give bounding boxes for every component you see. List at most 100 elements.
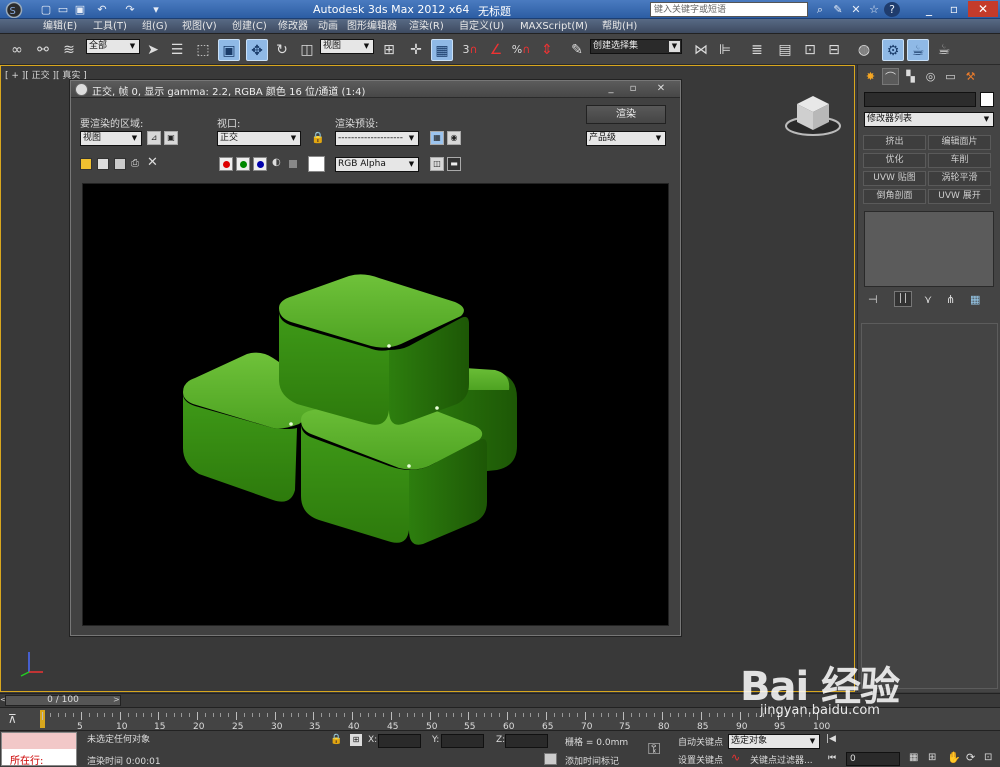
snaps-toggle-icon[interactable]: 3∩ (459, 39, 481, 61)
customize-quick-access-icon[interactable]: ▾ (148, 2, 164, 17)
time-slider[interactable]: 0 / 100 (5, 695, 121, 706)
auto-key-button[interactable]: 自动关键点 (678, 735, 723, 748)
selection-lock-icon[interactable]: 🔒 (330, 734, 342, 745)
object-name-field[interactable] (864, 92, 976, 107)
time-configuration-icon[interactable]: ▦ (909, 752, 918, 763)
maximize-viewport-icon[interactable]: ⊡ (984, 752, 992, 763)
modifier-turbosmooth-button[interactable]: 涡轮平滑 (928, 171, 991, 186)
y-coord-field[interactable] (441, 734, 484, 748)
menu-graph-editors[interactable]: 图形编辑器 (347, 20, 397, 33)
pin-stack-icon[interactable]: ⊣ (868, 293, 878, 306)
mini-curve-editor-icon[interactable]: ⊼ (8, 712, 17, 726)
select-manipulate-icon[interactable]: ✛ (405, 39, 427, 61)
area-to-render-dropdown[interactable]: 视图 ▼ (80, 131, 142, 146)
maxscript-listener[interactable]: 所在行: (1, 732, 77, 767)
menu-animation[interactable]: 动画 (318, 20, 338, 33)
menu-help[interactable]: 帮助(H) (602, 20, 637, 33)
edit-named-selection-icon[interactable]: ✎ (566, 39, 588, 61)
maxscript-mini-listener-top[interactable] (2, 733, 76, 749)
display-channel-dropdown[interactable]: RGB Alpha ▼ (335, 157, 419, 172)
scale-icon[interactable]: ◫ (296, 39, 318, 61)
set-key-button[interactable]: 设置关键点 (678, 753, 723, 766)
menu-customize[interactable]: 自定义(U) (459, 20, 504, 33)
alpha-channel-icon[interactable]: ◐ (272, 157, 281, 168)
add-time-tag-icon[interactable] (544, 753, 557, 765)
remove-modifier-icon[interactable]: ⋔ (946, 293, 955, 306)
menu-modifiers[interactable]: 修改器 (278, 20, 308, 33)
key-selection-dropdown[interactable]: 选定对象 ▼ (728, 734, 820, 749)
menu-rendering[interactable]: 渲染(R) (409, 20, 444, 33)
utilities-tab-icon[interactable]: ⚒ (962, 68, 979, 85)
copy-image-icon[interactable] (97, 158, 109, 170)
rotate-icon[interactable]: ↻ (271, 39, 293, 61)
viewcube-icon[interactable] (783, 90, 843, 138)
viewport[interactable]: [ + ][ 正交 ][ 真实 ] 正交, 帧 0, 显示 gamma: 2.2… (0, 65, 855, 692)
zoom-extents-icon[interactable]: ⊞ (928, 752, 936, 763)
production-quality-dropdown[interactable]: 产品级 ▼ (586, 131, 666, 146)
material-editor-icon[interactable]: ◍ (853, 39, 875, 61)
favorites-star-icon[interactable]: ☆ (866, 2, 882, 17)
lock-viewport-icon[interactable]: 🔒 (311, 131, 325, 144)
render-setup-icon[interactable]: ⚙ (882, 39, 904, 61)
layer-manager-icon[interactable]: ≣ (746, 39, 768, 61)
menu-maxscript[interactable]: MAXScript(M) (520, 20, 588, 33)
undo-icon[interactable]: ↶ (94, 2, 110, 17)
keyboard-shortcut-override-icon[interactable]: ▦ (431, 39, 453, 61)
motion-tab-icon[interactable]: ◎ (922, 68, 939, 85)
key-filters-icon[interactable]: ∿ (731, 751, 740, 764)
key-mode-toggle-icon[interactable]: ⏮ (828, 753, 836, 763)
render-button[interactable]: 渲染 (586, 105, 666, 124)
select-by-name-icon[interactable]: ☰ (166, 39, 188, 61)
save-image-icon[interactable] (80, 158, 92, 170)
align-icon[interactable]: ⊫ (714, 39, 736, 61)
edit-region-icon[interactable]: ⊿ (147, 131, 161, 145)
window-crossing-icon[interactable]: ▣ (218, 39, 240, 61)
modifier-extrude-button[interactable]: 挤出 (863, 135, 926, 150)
absolute-mode-icon[interactable]: ⊞ (350, 734, 362, 746)
rendered-frame-window[interactable]: 正交, 帧 0, 显示 gamma: 2.2, RGBA 颜色 16 位/通道 … (70, 80, 681, 636)
render-window-close-icon[interactable]: ✕ (649, 82, 673, 96)
green-channel-toggle[interactable] (236, 157, 250, 171)
configure-sets-icon[interactable]: ▦ (970, 293, 980, 306)
spinner-snap-icon[interactable]: ⇕ (536, 39, 558, 61)
blue-channel-toggle[interactable] (253, 157, 267, 171)
modifier-list-dropdown[interactable]: 修改器列表 ▼ (864, 112, 994, 127)
add-time-tag-text[interactable]: 添加时间标记 (565, 754, 619, 767)
menu-group[interactable]: 组(G) (142, 20, 168, 33)
z-coord-field[interactable] (505, 734, 548, 748)
swatch-color-icon[interactable] (308, 156, 325, 172)
menu-views[interactable]: 视图(V) (182, 20, 217, 33)
mirror-icon[interactable]: ⋈ (690, 39, 712, 61)
rendered-frame-window-icon[interactable]: ☕ (907, 39, 929, 61)
reference-coordinate-dropdown[interactable]: 视图 ▼ (320, 39, 374, 54)
render-preset-dropdown[interactable]: -------------------- ▼ (335, 131, 419, 146)
modifier-unwrap-uvw-button[interactable]: UVW 展开 (928, 189, 991, 204)
modifier-edit-patch-button[interactable]: 编辑面片 (928, 135, 991, 150)
modifier-uvw-map-button[interactable]: UVW 贴图 (863, 171, 926, 186)
modifier-bevel-profile-button[interactable]: 倒角剖面 (863, 189, 926, 204)
menu-create[interactable]: 创建(C) (232, 20, 267, 33)
key-filters-button[interactable]: 关键点过滤器... (750, 753, 813, 766)
modifier-optimize-button[interactable]: 优化 (863, 153, 926, 168)
graphite-ribbon-icon[interactable]: ▤ (774, 39, 796, 61)
modify-tab-icon[interactable]: ⌒ (882, 68, 899, 85)
current-frame-field[interactable]: 0 (846, 752, 900, 766)
time-slider-next-icon[interactable]: > (113, 695, 120, 704)
new-file-icon[interactable]: ▢ (38, 2, 54, 17)
viewport-dropdown[interactable]: 正交 ▼ (217, 131, 301, 146)
clone-frame-icon[interactable] (114, 158, 126, 170)
selection-filter-dropdown[interactable]: 全部 ▼ (86, 39, 140, 54)
open-file-icon[interactable]: ▭ (55, 2, 71, 17)
bind-space-warp-icon[interactable]: ≋ (58, 39, 80, 61)
environment-effects-icon[interactable]: ◉ (447, 131, 461, 145)
help-icon[interactable]: ? (884, 2, 900, 17)
modifier-lathe-button[interactable]: 车削 (928, 153, 991, 168)
link-icon[interactable]: ∞ (6, 39, 28, 61)
create-tab-icon[interactable]: ✸ (862, 68, 879, 85)
binoculars-icon[interactable]: ⌕ (812, 2, 828, 17)
monochrome-icon[interactable] (289, 160, 297, 168)
save-file-icon[interactable]: ▣ (72, 2, 88, 17)
toggle-ui-overlay-icon[interactable]: ◫ (430, 157, 444, 171)
close-tools-icon[interactable]: ✕ (848, 2, 864, 17)
minimize-window-icon[interactable]: _ (920, 1, 938, 17)
